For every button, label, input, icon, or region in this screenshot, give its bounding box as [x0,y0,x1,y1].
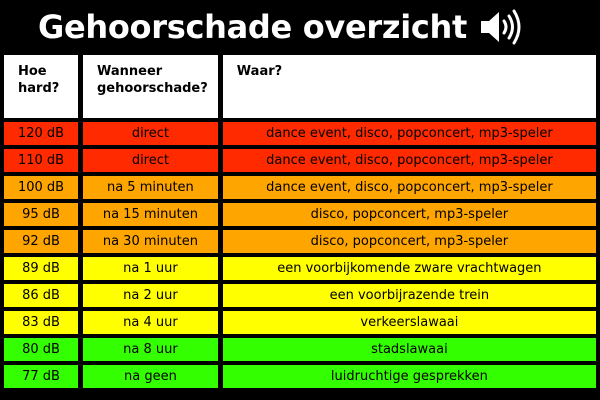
cell-level: 89 dB [4,257,78,280]
cell-where: dance event, disco, popconcert, mp3-spel… [222,149,596,172]
speaker-volume-icon [479,9,525,45]
cell-where: disco, popconcert, mp3-speler [222,203,596,226]
cell-level: 86 dB [4,284,78,307]
cell-where: stadslawaai [222,338,596,361]
cell-when: na 30 minuten [83,230,218,253]
table-row: 120 dB direct dance event, disco, popconce… [4,122,596,145]
cell-when: na 8 uur [83,338,218,361]
cell-when: na 2 uur [83,284,218,307]
cell-level: 120 dB [4,122,78,145]
cell-where: dance event, disco, popconcert, mp3-spel… [222,176,596,199]
table-row: 92 dB na 30 minuten disco, popconcert, mp3… [4,230,596,253]
cell-when: na geen [83,365,218,388]
cell-when: direct [83,149,218,172]
cell-level: 77 dB [4,365,78,388]
cell-when: na 5 minuten [83,176,218,199]
title-bar: Gehoorschade overzicht [0,0,600,54]
hearing-damage-table: Hoe hard? Wanneer gehoorschade? Waar? 120 … [0,51,600,392]
table-row: 110 dB direct dance event, disco, popconce… [4,149,596,172]
cell-where: luidruchtige gesprekken [222,365,596,388]
cell-when: na 15 minuten [83,203,218,226]
header-level: Hoe hard? [4,55,78,118]
cell-level: 95 dB [4,203,78,226]
cell-level: 80 dB [4,338,78,361]
cell-level: 100 dB [4,176,78,199]
header-when: Wanneer gehoorschade? [83,55,218,118]
table-header-row: Hoe hard? Wanneer gehoorschade? Waar? [4,55,596,118]
cell-when: direct [83,122,218,145]
table-row: 95 dB na 15 minuten disco, popconcert, mp3… [4,203,596,226]
cell-when: na 4 uur [83,311,218,334]
cell-level: 110 dB [4,149,78,172]
table-row: 83 dB na 4 uur verkeerslawaai [4,311,596,334]
cell-where: een voorbijkomende zware vrachtwagen [222,257,596,280]
cell-where: disco, popconcert, mp3-speler [222,230,596,253]
cell-when: na 1 uur [83,257,218,280]
cell-level: 83 dB [4,311,78,334]
cell-where: dance event, disco, popconcert, mp3-spel… [222,122,596,145]
table-row: 89 dB na 1 uur een voorbijkomende zware vr… [4,257,596,280]
cell-level: 92 dB [4,230,78,253]
table-row: 86 dB na 2 uur een voorbijrazende trein [4,284,596,307]
table-row: 100 dB na 5 minuten dance event, disco, po… [4,176,596,199]
cell-where: een voorbijrazende trein [222,284,596,307]
table-row: 80 dB na 8 uur stadslawaai [4,338,596,361]
cell-where: verkeerslawaai [222,311,596,334]
page-title: Gehoorschade overzicht [38,8,468,46]
table-row: 77 dB na geen luidruchtige gesprekken [4,365,596,388]
header-where: Waar? [222,55,596,118]
